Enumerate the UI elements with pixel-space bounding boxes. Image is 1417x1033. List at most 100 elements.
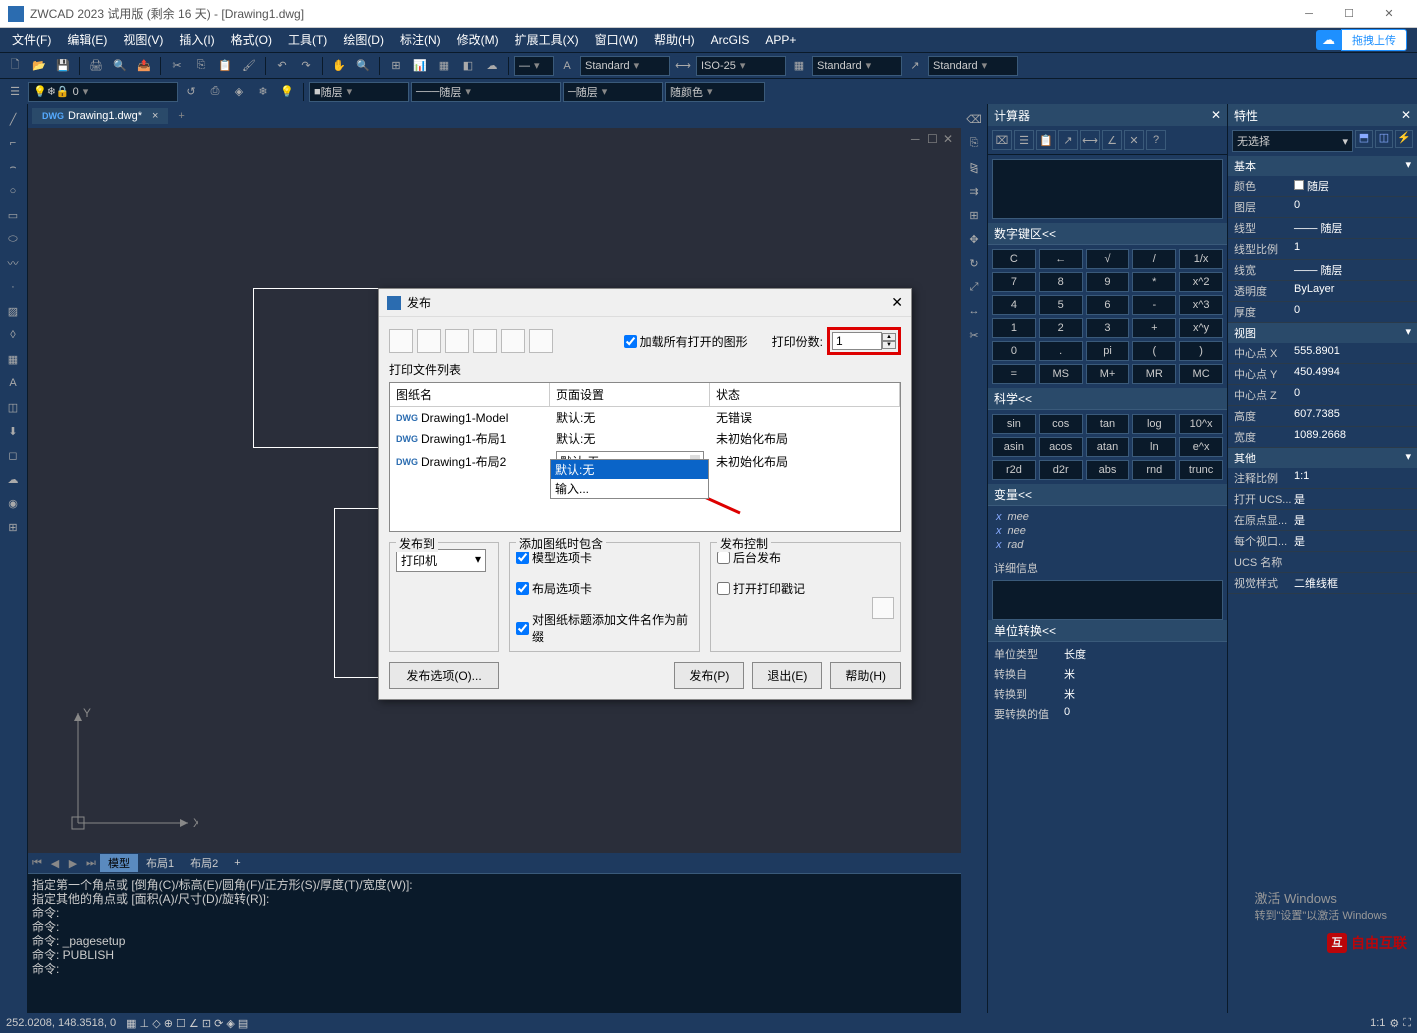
add-layout-tab[interactable]: + [226, 856, 248, 870]
props-icon[interactable]: 📊 [409, 55, 431, 77]
prop-lweight-value[interactable]: ─── 随层 [1294, 262, 1411, 278]
calc-ln[interactable]: ln [1132, 437, 1176, 457]
layer-dd[interactable]: 💡❄🔒 0▾ [28, 82, 178, 102]
calc-dist-icon[interactable]: ⟷ [1080, 130, 1100, 150]
text-style-dd[interactable]: Standard▾ [580, 56, 670, 76]
prop-w-value[interactable]: 1089.2668 [1294, 429, 1411, 445]
calc-asin[interactable]: asin [992, 437, 1036, 457]
spin-down-icon[interactable]: ▼ [882, 341, 896, 349]
calc-display[interactable] [992, 159, 1223, 219]
calc-key-3[interactable]: 3 [1086, 318, 1130, 338]
table-icon[interactable]: ▦ [433, 55, 455, 77]
hatch-icon[interactable]: ▨ [2, 300, 24, 322]
document-tab[interactable]: DWG Drawing1.dwg* × [32, 108, 168, 124]
prop-lscale-value[interactable]: 1 [1294, 241, 1411, 257]
block-icon[interactable]: ◧ [457, 55, 479, 77]
menu-format[interactable]: 格式(O) [223, 28, 280, 52]
text-icon[interactable]: A [2, 372, 24, 394]
calc-help-icon[interactable]: ? [1146, 130, 1166, 150]
scale-icon[interactable]: ⤢ [963, 276, 985, 298]
arc-icon[interactable]: ⌢ [2, 156, 24, 178]
trim-icon[interactable]: ✂ [963, 324, 985, 346]
calc-clear-icon[interactable]: ⌧ [992, 130, 1012, 150]
mleader-style-icon[interactable]: ↗ [904, 55, 926, 77]
var-item[interactable]: xrad [992, 538, 1223, 552]
calc-angle-icon[interactable]: ∠ [1102, 130, 1122, 150]
spline-icon[interactable]: 〰 [2, 252, 24, 274]
stamp-checkbox[interactable]: 打开打印戳记 [717, 580, 894, 597]
calc-key-rparen[interactable]: ) [1179, 341, 1223, 361]
stamp-settings-icon[interactable] [872, 597, 894, 619]
layout2-tab[interactable]: 布局2 [182, 854, 226, 872]
calc-key-2[interactable]: 2 [1039, 318, 1083, 338]
match-icon[interactable]: 🖌 [238, 55, 260, 77]
prop-ucsn-value[interactable] [1294, 554, 1411, 570]
move-up-icon[interactable] [445, 329, 469, 353]
prop-vs-value[interactable]: 二维线框 [1294, 575, 1411, 591]
grid-icon[interactable]: ⊞ [385, 55, 407, 77]
text-style-icon[interactable]: A [556, 55, 578, 77]
dialog-titlebar[interactable]: 发布 ✕ [379, 289, 911, 317]
prop-color-value[interactable]: 随层 [1294, 178, 1411, 194]
lineweight-dd[interactable]: ─ 随层▾ [563, 82, 663, 102]
wipeout-icon[interactable]: ◻ [2, 444, 24, 466]
calc-acos[interactable]: acos [1039, 437, 1083, 457]
maximize-button[interactable]: ☐ [1329, 0, 1369, 28]
menu-tools[interactable]: 工具(T) [280, 28, 335, 52]
tbl-style-icon[interactable]: ▦ [788, 55, 810, 77]
calc-key-pi[interactable]: pi [1086, 341, 1130, 361]
array-icon[interactable]: ⊞ [963, 204, 985, 226]
calc-paste-icon[interactable]: 📋 [1036, 130, 1056, 150]
text-height-dd[interactable]: —▾ [514, 56, 554, 76]
ellipse-icon[interactable]: ⬭ [2, 228, 24, 250]
calc-key-8[interactable]: 8 [1039, 272, 1083, 292]
region-icon[interactable]: ◊ [2, 324, 24, 346]
quick-calc-icon[interactable]: ⚡ [1395, 130, 1413, 148]
calc-key-dot[interactable]: . [1039, 341, 1083, 361]
publish-button[interactable]: 发布(P) [674, 662, 744, 689]
calc-key-cube[interactable]: x^3 [1179, 295, 1223, 315]
calc-key-6[interactable]: 6 [1086, 295, 1130, 315]
polyline-icon[interactable]: ⌐ [2, 132, 24, 154]
publish-options-button[interactable]: 发布选项(O)... [389, 662, 499, 689]
layer-iso-icon[interactable]: ◈ [228, 81, 250, 103]
calc-close-icon[interactable]: ✕ [1211, 108, 1221, 122]
calc-key-add[interactable]: + [1132, 318, 1176, 338]
calc-get-icon[interactable]: ↗ [1058, 130, 1078, 150]
prop-ltype-value[interactable]: ─── 随层 [1294, 220, 1411, 236]
plotstyle-dd[interactable]: 随颜色▾ [665, 82, 765, 102]
save-icon[interactable]: 💾 [52, 55, 74, 77]
calc-key-4[interactable]: 4 [992, 295, 1036, 315]
calc-key-5[interactable]: 5 [1039, 295, 1083, 315]
prop-cx-value[interactable]: 555.8901 [1294, 345, 1411, 361]
copy-obj-icon[interactable]: ⎘ [963, 132, 985, 154]
dim-style-dd[interactable]: ISO-25▾ [696, 56, 786, 76]
pick-add-icon[interactable]: ◫ [1375, 130, 1393, 148]
menu-express[interactable]: 扩展工具(X) [507, 28, 587, 52]
revcloud-icon[interactable]: ☁ [2, 468, 24, 490]
calc-rnd[interactable]: rnd [1132, 460, 1176, 480]
selection-dropdown[interactable]: 无选择▾ [1232, 130, 1353, 152]
layout1-tab[interactable]: 布局1 [138, 854, 182, 872]
var-item[interactable]: xmee [992, 510, 1223, 524]
point-icon[interactable]: · [2, 276, 24, 298]
sci-section[interactable]: 科学<< [988, 388, 1227, 410]
prefix-checkbox[interactable]: 对图纸标题添加文件名作为前缀 [516, 611, 693, 645]
col-status-header[interactable]: 状态 [710, 383, 900, 406]
menu-window[interactable]: 窗口(W) [587, 28, 646, 52]
settings-icon[interactable]: ⚙ [1389, 1017, 1399, 1030]
prop-cz-value[interactable]: 0 [1294, 387, 1411, 403]
col-page-header[interactable]: 页面设置 [550, 383, 710, 406]
circle-icon[interactable]: ○ [2, 180, 24, 202]
upload-button[interactable]: 拖拽上传 [1341, 29, 1407, 51]
menu-help[interactable]: 帮助(H) [646, 28, 703, 52]
table-icon2[interactable]: ▦ [2, 348, 24, 370]
rotate-icon[interactable]: ↻ [963, 252, 985, 274]
prop-ann-value[interactable]: 1:1 [1294, 470, 1411, 486]
cloud-icon[interactable]: ☁ [1316, 30, 1341, 50]
prop-cy-value[interactable]: 450.4994 [1294, 366, 1411, 382]
line-icon[interactable]: ╱ [2, 108, 24, 130]
layer-prev-icon[interactable]: ↺ [180, 81, 202, 103]
vp-minimize[interactable]: ─ [911, 132, 925, 146]
calc-10x[interactable]: 10^x [1179, 414, 1223, 434]
